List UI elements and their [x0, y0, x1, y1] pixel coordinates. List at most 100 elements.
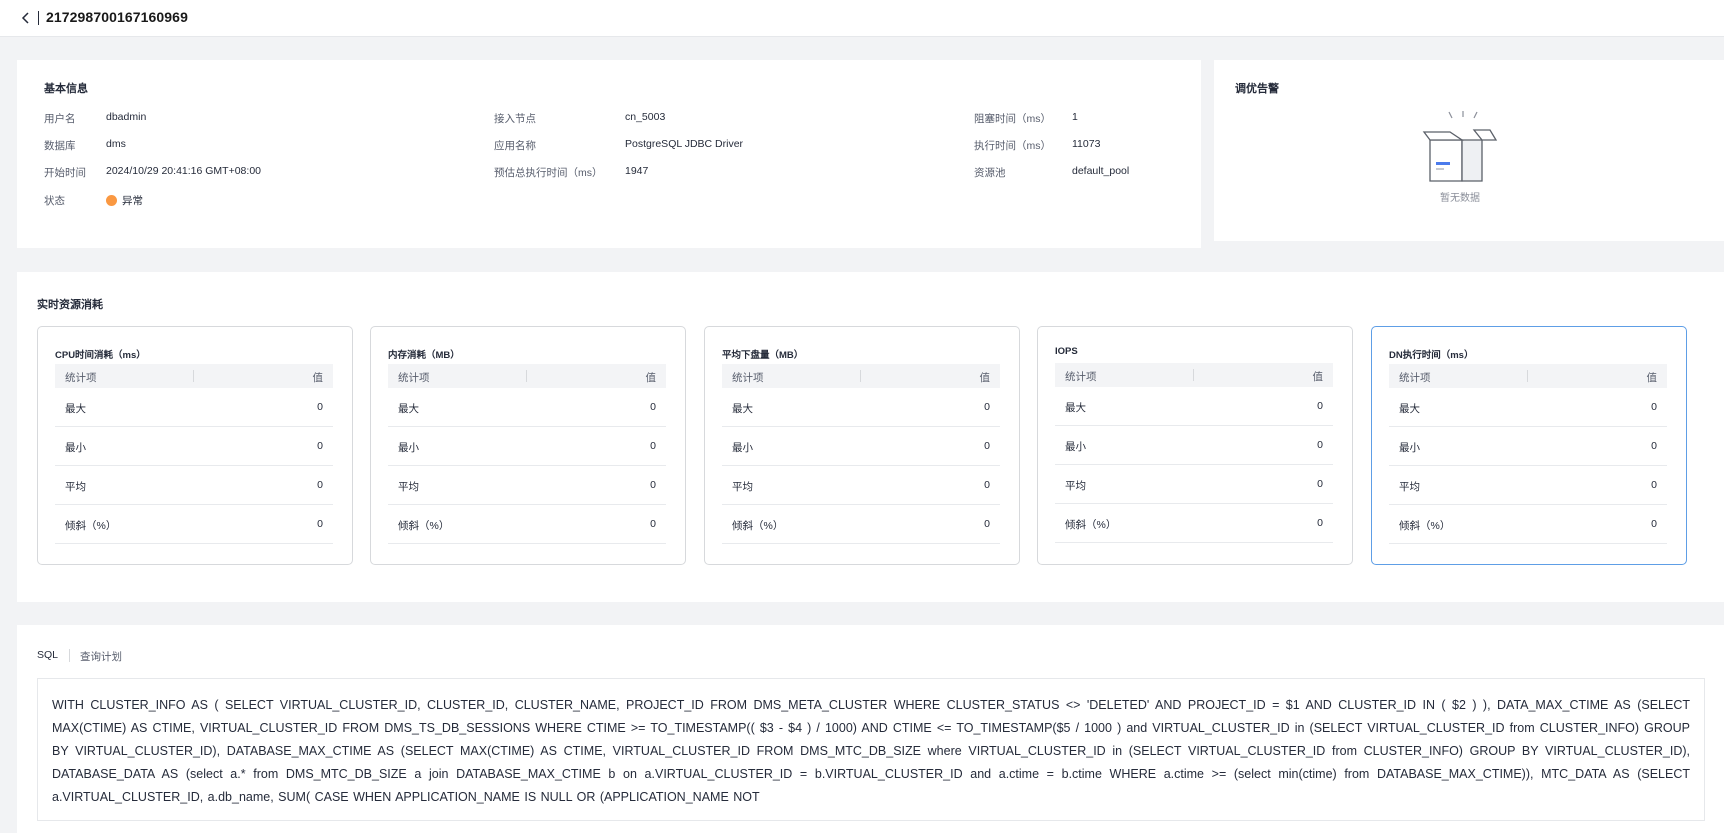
row-value: 0	[1317, 439, 1323, 451]
metric-title: CPU时间消耗（ms）	[55, 350, 146, 361]
table-row: 平均 0	[722, 466, 1000, 505]
row-label: 倾斜（%）	[398, 520, 450, 532]
top-bar: 217298700167160969	[0, 0, 1724, 37]
row-value: 0	[984, 518, 990, 530]
field-label-resource-pool: 资源池	[974, 167, 1006, 179]
row-label: 平均	[398, 481, 419, 493]
field-label-block-time: 阻塞时间（ms）	[974, 113, 1051, 125]
table-header: 统计项 值	[722, 364, 1000, 388]
table-row: 最小 0	[388, 427, 666, 466]
tuning-alert-title: 调优告警	[1235, 83, 1279, 95]
header-item: 统计项	[65, 372, 97, 384]
row-label: 最小	[732, 442, 753, 454]
row-label: 最大	[1399, 403, 1420, 415]
metric-title: DN执行时间（ms）	[1389, 350, 1474, 361]
tab-divider	[69, 649, 70, 662]
header-item: 统计项	[398, 372, 430, 384]
table-row: 最小 0	[1389, 427, 1667, 466]
header-value: 值	[1646, 372, 1658, 384]
table-row: 最大 0	[1055, 387, 1333, 426]
row-value: 0	[317, 440, 323, 452]
row-value: 0	[650, 518, 656, 530]
empty-box-icon	[1420, 110, 1504, 184]
table-row: 最大 0	[55, 388, 333, 427]
metric-card-disk: 平均下盘量（MB） 统计项 值 最大 0 最小 0 平均 0 倾斜（%） 0	[704, 326, 1020, 565]
field-value-exec-time: 11073	[1072, 138, 1101, 150]
field-value-access-node: cn_5003	[625, 111, 666, 123]
metric-title: 平均下盘量（MB）	[722, 350, 804, 361]
row-value: 0	[1651, 401, 1657, 413]
table-header: 统计项 值	[388, 364, 666, 388]
metric-title: 内存消耗（MB）	[388, 350, 460, 361]
field-label-database: 数据库	[44, 140, 76, 152]
row-label: 最小	[65, 442, 86, 454]
table-row: 平均 0	[388, 466, 666, 505]
table-row: 倾斜（%） 0	[55, 505, 333, 544]
header-value: 值	[645, 372, 657, 384]
header-item: 统计项	[1065, 371, 1097, 383]
row-value: 0	[1317, 478, 1323, 490]
field-label-username: 用户名	[44, 113, 76, 125]
field-value-app-name: PostgreSQL JDBC Driver	[625, 138, 744, 150]
field-label-est-exec-time: 预估总执行时间（ms）	[494, 167, 603, 179]
table-row: 最大 0	[722, 388, 1000, 427]
table-row: 最大 0	[1389, 388, 1667, 427]
row-label: 最大	[1065, 402, 1086, 414]
tab-query-plan[interactable]: 查询计划	[80, 649, 122, 664]
basic-info-card: 基本信息 用户名 dbadmin 数据库 dms 开始时间 2024/10/29…	[17, 60, 1201, 248]
row-label: 最小	[398, 442, 419, 454]
row-label: 倾斜（%）	[732, 520, 784, 532]
header-divider	[1527, 370, 1528, 382]
metric-table: 统计项 值 最大 0 最小 0 平均 0 倾斜（%） 0	[722, 364, 1000, 544]
field-value-start-time: 2024/10/29 20:41:16 GMT+08:00	[106, 165, 261, 177]
metric-table: 统计项 值 最大 0 最小 0 平均 0 倾斜（%） 0	[55, 364, 333, 544]
tab-sql[interactable]: SQL	[37, 649, 58, 661]
empty-data-text: 暂无数据	[1440, 193, 1480, 204]
row-label: 倾斜（%）	[1065, 519, 1117, 531]
status-dot-icon	[106, 195, 117, 206]
table-row: 平均 0	[55, 466, 333, 505]
field-label-exec-time: 执行时间（ms）	[974, 140, 1051, 152]
field-label-start-time: 开始时间	[44, 167, 86, 179]
page-title: 217298700167160969	[46, 9, 188, 25]
header-value: 值	[979, 372, 991, 384]
header-item: 统计项	[732, 372, 764, 384]
metric-card-cpu: CPU时间消耗（ms） 统计项 值 最大 0 最小 0 平均 0 倾斜（%） 0	[37, 326, 353, 565]
sql-text-box[interactable]: WITH CLUSTER_INFO AS ( SELECT VIRTUAL_CL…	[37, 678, 1705, 821]
header-value: 值	[1312, 371, 1324, 383]
row-label: 最小	[1399, 442, 1420, 454]
table-row: 倾斜（%） 0	[1389, 505, 1667, 544]
row-value: 0	[984, 479, 990, 491]
row-value: 0	[1317, 517, 1323, 529]
field-value-database: dms	[106, 138, 126, 150]
field-label-app-name: 应用名称	[494, 140, 536, 152]
table-row: 倾斜（%） 0	[388, 505, 666, 544]
header-divider	[526, 370, 527, 382]
row-label: 最大	[732, 403, 753, 415]
row-value: 0	[317, 479, 323, 491]
row-value: 0	[317, 401, 323, 413]
metric-table: 统计项 值 最大 0 最小 0 平均 0 倾斜（%） 0	[1055, 363, 1333, 543]
metric-card-dn-exec-time[interactable]: DN执行时间（ms） 统计项 值 最大 0 最小 0 平均 0 倾斜（%） 0	[1371, 326, 1687, 565]
table-row: 倾斜（%） 0	[722, 505, 1000, 544]
table-row: 平均 0	[1389, 466, 1667, 505]
field-value-status: 异常	[122, 195, 143, 207]
header-value: 值	[312, 372, 324, 384]
row-label: 平均	[732, 481, 753, 493]
metric-card-iops: IOPS 统计项 值 最大 0 最小 0 平均 0 倾斜（%） 0	[1037, 326, 1353, 565]
table-row: 平均 0	[1055, 465, 1333, 504]
table-header: 统计项 值	[1389, 364, 1667, 388]
row-label: 最大	[398, 403, 419, 415]
field-label-access-node: 接入节点	[494, 113, 536, 125]
back-button[interactable]	[18, 8, 34, 28]
table-row: 最大 0	[388, 388, 666, 427]
chevron-left-icon	[21, 12, 29, 24]
realtime-resource-title: 实时资源消耗	[37, 299, 103, 311]
header-divider	[193, 370, 194, 382]
row-label: 倾斜（%）	[1399, 520, 1451, 532]
row-label: 平均	[65, 481, 86, 493]
row-value: 0	[1651, 440, 1657, 452]
row-value: 0	[1651, 518, 1657, 530]
row-label: 平均	[1399, 481, 1420, 493]
row-value: 0	[984, 440, 990, 452]
